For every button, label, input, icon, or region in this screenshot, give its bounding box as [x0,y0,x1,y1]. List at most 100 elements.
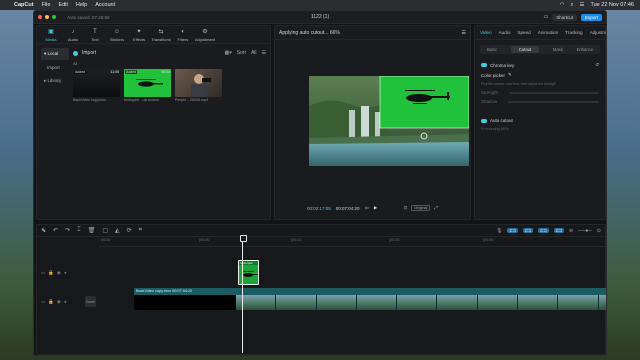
reset-icon[interactable]: ↺ [595,62,599,68]
rotate-icon[interactable]: ⟳ [127,227,132,234]
media-item[interactable]: People ...28005.mp4 [175,69,222,102]
crop-icon[interactable]: ⌗ [139,227,142,234]
audio-icon: ♪ [71,29,75,35]
split-icon[interactable]: ⌶ [77,227,81,234]
track-lock-icon[interactable]: ▭ [41,270,45,276]
tool-audio[interactable]: ♪ Audio [65,29,81,42]
all-label: All [73,61,78,66]
menu-app-name[interactable]: CapCut [14,2,34,8]
filter-icon[interactable]: ☰ [262,50,266,56]
magnet-toggle[interactable]: ⊏⊐ [507,228,518,233]
mute-icon[interactable]: ◂ [64,299,66,305]
preview-axis-toggle[interactable]: ⊏⊐ [538,228,549,233]
track-lock-icon[interactable]: ▭ [41,299,45,305]
play-button[interactable]: ▶ [374,205,377,211]
visibility-icon[interactable]: ◉ [57,299,61,305]
marker-icon[interactable]: ▭ [365,205,369,211]
delete-icon[interactable]: 🗑 [88,227,96,234]
control-center-icon[interactable]: ☰ [580,2,585,8]
shadow-label: Shadow [481,99,498,104]
ratio-button[interactable]: Original [411,205,431,211]
auto-cutout-label: Auto cutout [490,118,513,123]
playhead[interactable] [240,235,247,353]
duration-label: 00:24 [161,70,170,74]
redo-icon[interactable]: ↷ [65,227,70,234]
all-filter[interactable]: All [251,50,257,56]
mirror-icon[interactable]: ◭ [115,227,120,234]
media-item[interactable]: Added 00:24 helicopter ...ck screen [124,69,171,102]
tool-stickers[interactable]: ☺ Stickers [109,29,125,42]
shadow-slider[interactable] [508,100,599,103]
menu-account[interactable]: Account [95,2,115,8]
tool-text[interactable]: T Text [87,29,103,42]
timeline-ruler[interactable]: 00:00 |00:00 |00:10 |00:20 |00:30 [99,237,605,247]
menu-bar: CapCut File Edit Help Account ◠ ⌕ ☰ Tue … [0,0,640,10]
subtab-cutout[interactable]: Cutout [510,46,540,53]
mute-icon[interactable]: ◂ [64,270,66,276]
tab-video[interactable]: Video [480,30,492,35]
shortcut-button[interactable]: Shortcut [552,13,577,21]
tool-media[interactable]: ▣ Media [43,29,59,42]
fullscreen-icon[interactable]: ⤢ [434,205,438,211]
export-button[interactable]: Export [580,13,602,21]
select-tool-icon[interactable]: ⬉ [41,227,46,234]
main-clip-label: BackVideo copy.mov 00:07:04:20 [136,289,193,293]
media-thumbnails: Added 11:05 BackVideo copy.mov Added 00:24 he… [73,69,266,102]
close-window-button[interactable] [38,15,42,19]
media-library: Import ▦▾ Sort All ☰ All Added 11:05 BackV… [73,48,266,102]
tab-adjustment[interactable]: Adjustment [590,30,606,35]
undo-icon[interactable]: ↶ [53,227,58,234]
subtab-enhance[interactable]: Enhance [577,47,594,52]
view-toggle-icon[interactable]: ▦▾ [225,50,232,56]
tool-adjustment[interactable]: ⚙ Adjustment [195,29,215,42]
zoom-slider[interactable]: ──●─ [578,228,592,234]
tool-transitions[interactable]: ⇆ Transitions [151,29,170,42]
layout-icon[interactable]: ▭ [543,14,548,20]
sidebar-item-0[interactable]: ▾ Local [41,48,69,60]
preview-viewport[interactable] [309,76,469,166]
track-toggle[interactable]: ⊏⊐ [553,228,564,233]
lock-icon[interactable]: 🔒 [48,299,54,305]
tab-tracking[interactable]: Tracking [565,30,582,35]
lock-icon[interactable]: 🔒 [48,270,54,276]
subtab-mask[interactable]: Mask [553,47,563,52]
tab-speed[interactable]: Speed [517,30,530,35]
sidebar-item-1[interactable]: Import [41,62,69,73]
menu-file[interactable]: File [42,2,51,8]
zoom-out-icon[interactable]: ⊖ [569,228,573,234]
search-icon[interactable]: ⌕ [570,2,573,9]
menu-edit[interactable]: Edit [58,2,67,8]
tool-filters[interactable]: ◐ Filters [175,29,191,42]
minimize-window-button[interactable] [45,15,49,19]
zoom-fit-icon[interactable]: ⊙ [597,228,601,234]
tab-animation[interactable]: Animation [538,30,558,35]
wifi-icon[interactable]: ◠ [560,2,565,8]
subtab-basic[interactable]: Basic [487,47,497,52]
cover-button[interactable]: Cover [85,296,96,307]
transitions-icon: ⇆ [158,29,164,35]
player-menu-icon[interactable]: ☰ [462,30,466,36]
link-toggle[interactable]: ⊏⊐ [522,228,534,233]
eyedropper-icon[interactable]: ✎ [508,72,512,78]
microphone-icon[interactable]: 🎙 [496,228,502,234]
zoom-window-button[interactable] [52,15,56,19]
visibility-icon[interactable]: ◉ [57,270,61,276]
menu-clock[interactable]: Tue 22 Nov 07:46 [590,2,634,8]
main-video-clip[interactable]: BackVideo copy.mov 00:07:04:20 [134,288,606,310]
timeline-toolbar: ⬉ ↶ ↷ ⌶ 🗑 ▢ ◭ ⟳ ⌗ 🎙 ⊏⊐ ⊏⊐ ⊏⊐ ⊏⊐ ⊖ ──●─ ⊙ [37,225,605,237]
menu-help[interactable]: Help [76,2,87,8]
fullscreen-frame-icon[interactable]: ⊡ [404,205,408,211]
import-button[interactable]: Import [82,50,96,56]
media-item[interactable]: Added 11:05 BackVideo copy.mov [73,69,120,102]
import-icon[interactable] [73,50,78,56]
clip-frame [598,295,606,310]
sidebar-item-2[interactable]: ▸ Library [41,75,69,87]
auto-cutout-toggle[interactable] [481,118,487,123]
tab-audio[interactable]: Audio [499,30,511,35]
freeze-icon[interactable]: ▢ [102,227,108,234]
chroma-key-toggle[interactable] [481,63,487,67]
tool-effects[interactable]: ✦ Effects [131,29,147,42]
strength-slider[interactable] [509,91,599,94]
sort-button[interactable]: Sort [237,50,246,56]
track-headers: ▭ 🔒 ◉ ◂ ▭ 🔒 ◉ ◂ Cover [37,247,97,354]
